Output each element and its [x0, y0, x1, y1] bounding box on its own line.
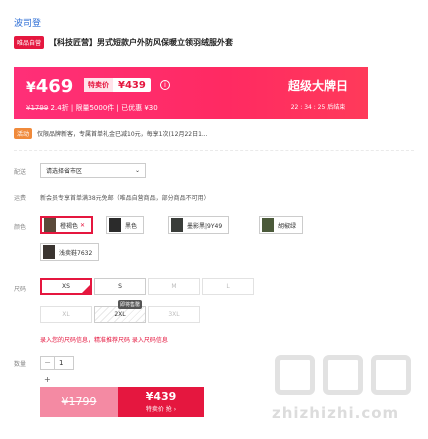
color-option-light[interactable]: 浅卖鞋7632 [40, 243, 100, 261]
current-price: ¥469 [26, 76, 73, 97]
color-option-label: 胡椒绿 [278, 222, 297, 230]
size-option-label: 2XL [114, 311, 126, 318]
original-price: ¥1799 [26, 104, 49, 112]
quantity-stepper[interactable]: − 1 [40, 356, 74, 370]
special-price-pill: 特卖价 ¥439 [84, 78, 151, 92]
color-option-label: 浅卖鞋7632 [59, 249, 93, 257]
divider [14, 150, 414, 151]
size-option-l[interactable]: L [202, 278, 254, 295]
selected-corner-icon [82, 285, 90, 293]
buy-subtext: 特卖价 抢 › [145, 406, 177, 413]
size-label: 尺码 [14, 286, 27, 293]
quantity-label: 数量 [14, 361, 27, 368]
color-swatch [43, 245, 55, 259]
countdown-timer: 22 : 34 : 25 后结束 [268, 102, 368, 111]
shipping-text: 新会员专享首单满38元免邮（唯品自营商品，部分商品不可用） [40, 195, 210, 202]
color-option-black[interactable]: 黑色 [106, 216, 145, 234]
coupon-tag: 活动 [14, 127, 33, 139]
watermark-text: zhizhizhi.com [272, 404, 400, 422]
color-option-label: 黑色 [125, 222, 138, 230]
self-operated-badge: 唯品自营 [14, 35, 45, 49]
quantity-plus-button[interactable]: + [44, 375, 51, 384]
price-subline: ¥1799 2.4折 | 限量5000件 | 已优惠 ¥30 [26, 103, 158, 113]
sale-event-title: 超级大牌日 [287, 79, 348, 93]
quantity-input[interactable]: 1 [55, 357, 73, 369]
color-swatch [171, 218, 183, 232]
size-option-label: 3XL [168, 311, 180, 318]
coupon-row[interactable]: 活动 仅限品牌新客，专属首单礼金已减10元，每享1次(12月22日1... [14, 126, 414, 140]
buy-now-button[interactable]: ¥439 特卖价 抢 › [118, 387, 204, 417]
size-option-m[interactable]: M [148, 278, 200, 295]
product-title: 【科技匠营】男式短款户外防风保暖立领羽绒服外套 [49, 37, 234, 47]
product-title-row: 唯品自营 【科技匠营】男式短款户外防风保暖立领羽绒服外套 [14, 34, 414, 50]
sale-event-panel: 超级大牌日 22 : 34 : 25 后结束 [268, 67, 368, 119]
info-icon[interactable]: i [160, 80, 170, 90]
original-price-button[interactable]: ¥1799 [40, 387, 118, 417]
special-price-label: 特卖价 [84, 78, 113, 92]
countdown-value: 22 : 34 : 25 [290, 104, 326, 111]
brand-name[interactable]: 波司登 [14, 16, 41, 29]
special-price-value: ¥439 [118, 79, 146, 91]
color-swatch [262, 218, 274, 232]
currency-symbol: ¥ [26, 80, 36, 96]
stock-tooltip: 即将售罄 [118, 300, 143, 309]
countdown-suffix: 后结束 [327, 104, 346, 111]
size-option-3xl[interactable]: 3XL [148, 306, 200, 323]
size-option-label: XS [62, 283, 70, 290]
buy-price: ¥439 [145, 390, 177, 403]
size-option-xl[interactable]: XL [40, 306, 92, 323]
close-icon[interactable]: ✕ [80, 222, 85, 229]
price-banner: ¥469 特卖价 ¥439 i ¥1799 2.4折 | 限量5000件 | 已… [14, 67, 368, 119]
size-recommend-link[interactable]: 录入您的尺码信息，精准推荐尺码 录入尺码信息 [40, 335, 168, 344]
size-option-s[interactable]: S [94, 278, 146, 295]
size-option-label: M [171, 283, 177, 290]
color-swatch [109, 218, 121, 232]
color-label: 颜色 [14, 224, 27, 231]
size-option-label: L [226, 283, 230, 290]
quantity-minus-button[interactable]: − [41, 357, 55, 369]
size-option-label: S [118, 283, 122, 290]
chevron-down-icon: ⌄ [134, 167, 140, 174]
region-select-text: 请选择省市区 [46, 168, 83, 175]
color-option-pepper-green[interactable]: 胡椒绿 [259, 216, 304, 234]
color-option-brown[interactable]: 橙褐色 ✕ [40, 216, 94, 234]
size-option-xs[interactable]: XS [40, 278, 92, 295]
coupon-text: 仅限品牌新客，专属首单礼金已减10元，每享1次(12月22日1... [37, 130, 208, 138]
shipping-label: 运费 [14, 195, 27, 202]
watermark-logo [275, 355, 411, 395]
color-option-label: 橙褐色 [60, 222, 79, 230]
current-price-value: 469 [35, 76, 74, 97]
delivery-label: 配送 [14, 169, 27, 176]
color-swatch [44, 218, 56, 232]
region-select[interactable]: 请选择省市区 ⌄ [40, 163, 146, 178]
limit-info: | 限量5000件 | 已优惠 ¥30 [70, 104, 158, 112]
color-option-label: 墨影黑|9Y49 [187, 222, 223, 230]
color-option-ink-black[interactable]: 墨影黑|9Y49 [168, 216, 230, 234]
size-option-label: XL [62, 311, 70, 318]
discount-rate: 2.4折 [50, 104, 69, 112]
